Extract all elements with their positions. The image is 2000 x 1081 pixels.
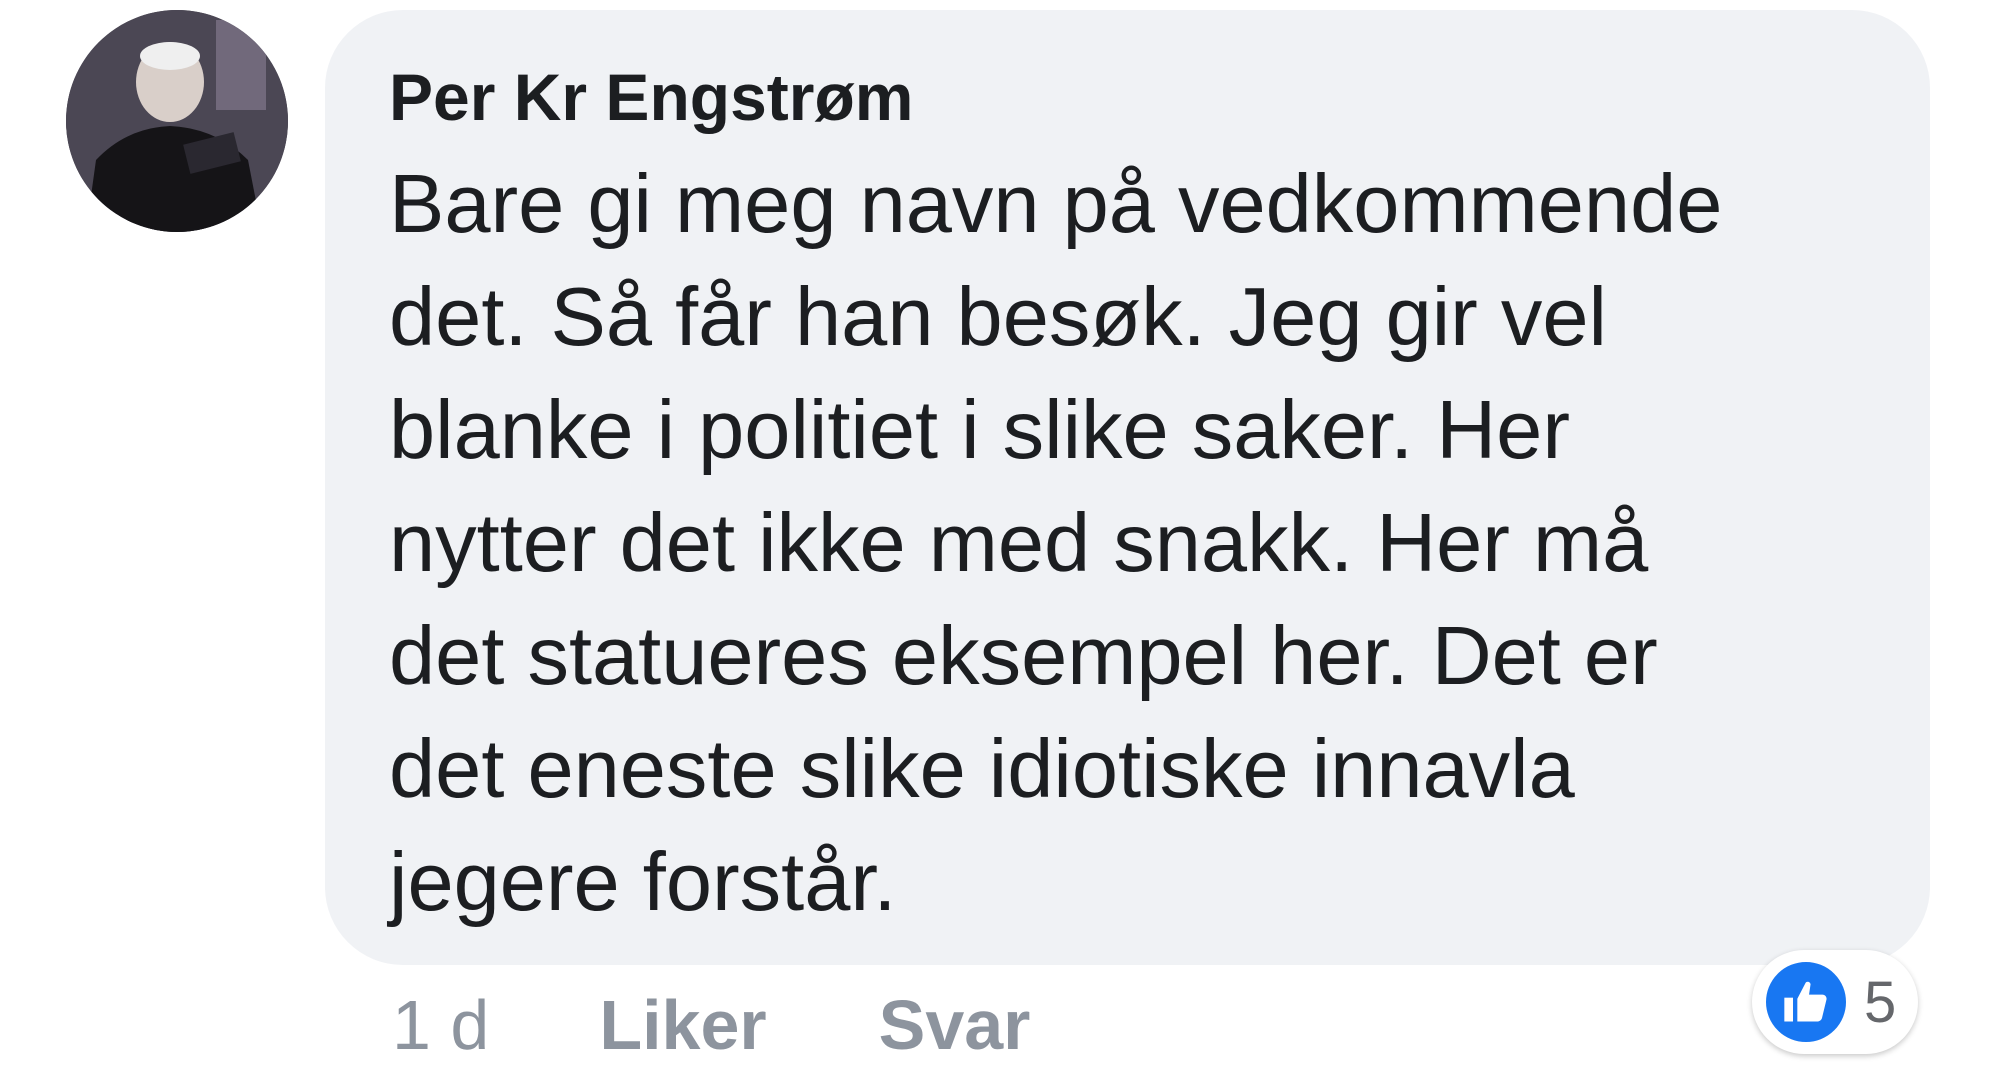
avatar-photo bbox=[66, 10, 288, 232]
avatar[interactable] bbox=[66, 10, 288, 232]
comment-text-line: det statueres eksempel her. Det er bbox=[389, 609, 1658, 702]
comment-actions: 1 d Liker Svar bbox=[392, 985, 1030, 1065]
comment-text-line: Bare gi meg navn på vedkommende bbox=[389, 157, 1723, 250]
comment-bubble: Per Kr Engstrøm Bare gi meg navn på vedk… bbox=[325, 10, 1930, 965]
like-button[interactable]: Liker bbox=[599, 985, 766, 1065]
comment-timestamp[interactable]: 1 d bbox=[392, 985, 489, 1065]
reaction-count: 5 bbox=[1864, 969, 1897, 1035]
comment-author[interactable]: Per Kr Engstrøm bbox=[389, 52, 1870, 142]
thumbs-up-icon bbox=[1762, 958, 1850, 1046]
comment-text-line: nytter det ikke med snakk. Her må bbox=[389, 496, 1649, 589]
comment-text-line: det eneste slike idiotiske innavla bbox=[389, 722, 1575, 815]
comment-text: Bare gi meg navn på vedkommende det. Så … bbox=[389, 147, 1870, 938]
comment-text-line: det. Så får han besøk. Jeg gir vel bbox=[389, 270, 1607, 363]
reply-button[interactable]: Svar bbox=[879, 985, 1031, 1065]
reaction-summary[interactable]: 5 bbox=[1752, 950, 1919, 1054]
comment-text-line: blanke i politiet i slike saker. Her bbox=[389, 383, 1570, 476]
comment-text-line: jegere forstår. bbox=[389, 835, 897, 928]
